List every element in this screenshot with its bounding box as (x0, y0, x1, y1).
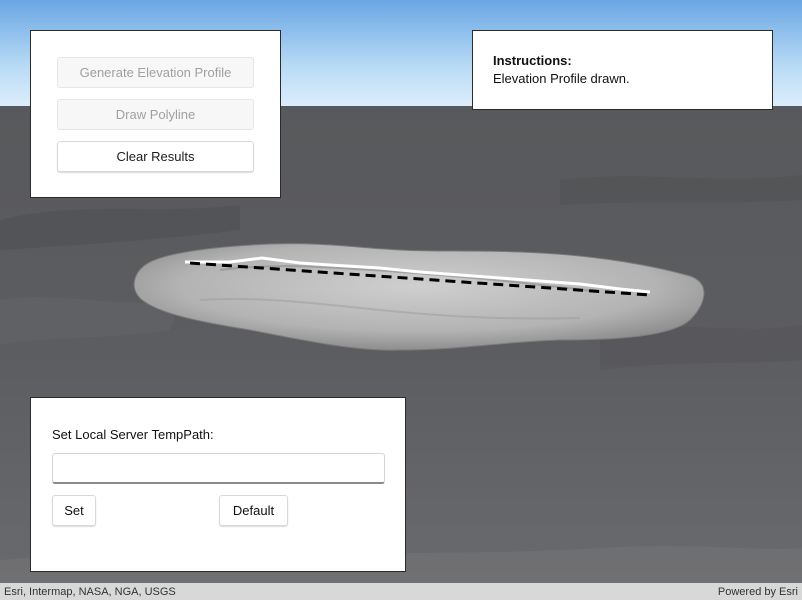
temp-path-label: Set Local Server TempPath: (52, 427, 214, 442)
instructions-panel: Instructions: Elevation Profile drawn. (472, 30, 773, 110)
instructions-text: Elevation Profile drawn. (493, 71, 630, 86)
terrain-ridge (560, 175, 802, 205)
instructions-title: Instructions: (493, 53, 572, 68)
set-button[interactable]: Set (52, 495, 96, 526)
clear-results-button[interactable]: Clear Results (57, 141, 254, 172)
generate-elevation-profile-button[interactable]: Generate Elevation Profile (57, 57, 254, 88)
attribution-sources[interactable]: Esri, Intermap, NASA, NGA, USGS (4, 586, 176, 598)
draw-polyline-button[interactable]: Draw Polyline (57, 99, 254, 130)
controls-panel: Generate Elevation Profile Draw Polyline… (30, 30, 281, 198)
attribution-bar: Esri, Intermap, NASA, NGA, USGS Powered … (0, 583, 802, 600)
temp-path-panel: Set Local Server TempPath: Set Default (30, 397, 406, 572)
temp-path-input[interactable] (52, 453, 385, 484)
default-button[interactable]: Default (219, 495, 288, 526)
powered-by-esri[interactable]: Powered by Esri (718, 586, 798, 598)
